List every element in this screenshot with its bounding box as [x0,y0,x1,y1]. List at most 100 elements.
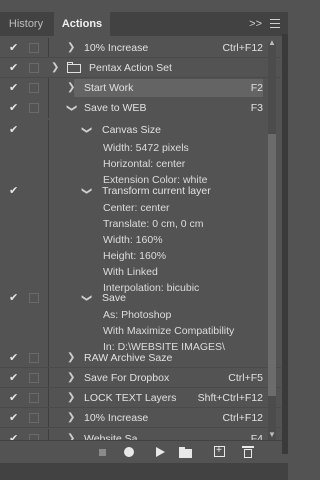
action-shortcut: F3 [250,102,263,114]
trash-icon[interactable] [240,444,256,460]
dialog-toggle[interactable] [29,43,39,53]
folder-icon [67,62,81,73]
panel-bottom-strip [0,463,288,480]
dialog-toggle[interactable] [29,293,39,303]
chevron-right-icon[interactable]: ❯ [67,368,75,388]
chevron-down-icon[interactable]: ❯ [61,104,81,112]
action-cell: ❯ Start Work F2 [48,78,281,98]
checkmark-icon[interactable]: ✔ [9,101,21,115]
step-label: Save [102,292,126,304]
step-detail: With Linked [103,266,158,278]
checkmark-icon[interactable]: ✔ [9,411,21,425]
step-detail: With Maximize Compatibility [103,325,235,337]
dialog-toggle[interactable] [29,413,39,423]
checkmark-icon[interactable]: ✔ [9,123,21,137]
step-detail: As: Photoshop [103,309,172,321]
dialog-toggle[interactable] [29,63,39,73]
step-cell: ❯ Save As: Photoshop With Maximize Compa… [48,288,281,356]
chevron-down-icon[interactable]: ❯ [51,58,59,78]
panel-menu-icon[interactable] [270,19,280,29]
chevron-down-icon[interactable]: ❯ [76,126,96,134]
checkmark-icon[interactable]: ✔ [9,81,21,95]
chevron-right-icon[interactable]: ❯ [67,78,75,98]
step-label: Canvas Size [102,124,161,136]
play-icon[interactable] [152,444,168,460]
panel-edge [282,34,288,454]
checkmark-icon[interactable]: ✔ [9,184,21,198]
action-row[interactable]: ✔ ❯ Start Work F2 [0,78,281,98]
stop-icon[interactable] [95,444,111,460]
tab-actions[interactable]: Actions [54,12,110,36]
checkmark-icon[interactable]: ✔ [9,61,21,75]
scrollbar-thumb[interactable] [268,134,276,396]
panel-tabbar: History Actions >> [0,12,288,36]
step-detail: Translate: 0 cm, 0 cm [103,218,204,230]
actions-toolbar: + [0,440,282,463]
step-cell: ❯ Canvas Size Width: 5472 pixels Horizon… [48,120,281,190]
action-row[interactable]: ✔ ❯ 10% Increase Ctrl+F12 [0,408,281,428]
action-cell: ❯ 10% Increase Ctrl+F12 [48,408,281,428]
dialog-toggle[interactable] [29,353,39,363]
chevron-right-icon[interactable]: ❯ [67,388,75,408]
action-label: LOCK TEXT Layers [84,392,177,404]
step-label: Transform current layer [102,185,211,197]
checkmark-icon[interactable]: ✔ [9,351,21,365]
step-detail: Height: 160% [103,250,167,262]
checkmark-icon[interactable]: ✔ [9,41,21,55]
action-label: Save to WEB [84,102,147,114]
action-row[interactable]: ✔ ❯ 10% Increase Ctrl+F12 [0,38,281,58]
scroll-down-icon[interactable]: ▼ [266,430,278,439]
step-detail: Width: 160% [103,234,163,246]
dialog-toggle[interactable] [29,373,39,383]
action-row[interactable]: ✔ ❯ RAW Archive Saze [0,348,281,368]
action-set-row[interactable]: ✔ ❯ Pentax Action Set [0,58,281,78]
chevron-right-icon[interactable]: ❯ [67,408,75,428]
action-row[interactable]: ✔ ❯ Save to WEB F3 [0,98,281,118]
dialog-toggle[interactable] [29,83,39,93]
action-label: Save For Dropbox [84,372,170,384]
action-label: Start Work [84,82,134,94]
step-block[interactable]: ✔ ❯ Transform current layer Center: cent… [0,181,281,297]
chevron-down-icon[interactable]: ❯ [76,294,96,302]
chevron-down-icon[interactable]: ❯ [76,187,96,195]
action-shortcut: F2 [250,82,263,94]
action-label: 10% Increase [84,42,149,54]
collapse-panel-icon[interactable]: >> [249,12,262,36]
tab-history[interactable]: History [0,12,52,36]
actions-list: ✔ ❯ 10% Increase Ctrl+F12 ✔ ❯ Pentax Act… [0,38,281,442]
action-cell: ❯ Save For Dropbox Ctrl+F5 [48,368,281,388]
chevron-right-icon[interactable]: ❯ [67,348,75,368]
actions-panel: History Actions >> ✔ ❯ 10% Increase Ctrl… [0,0,288,480]
step-block[interactable]: ✔ ❯ Save As: Photoshop With Maximize Com… [0,288,281,356]
action-shortcut: Ctrl+F12 [222,412,263,424]
new-action-icon[interactable]: + [212,444,228,460]
step-detail: Center: center [103,202,170,214]
step-detail: Horizontal: center [103,158,186,170]
action-shortcut: Ctrl+F12 [222,42,263,54]
action-shortcut: Ctrl+F5 [228,372,263,384]
action-row[interactable]: ✔ ❯ Save For Dropbox Ctrl+F5 [0,368,281,388]
step-detail: Width: 5472 pixels [103,142,189,154]
action-cell: ❯ 10% Increase Ctrl+F12 [48,38,281,58]
action-cell: ❯ LOCK TEXT Layers Shft+Ctrl+F12 [48,388,281,408]
step-cell: ❯ Transform current layer Center: center… [48,181,281,297]
record-icon[interactable] [121,444,137,460]
dialog-toggle[interactable] [29,393,39,403]
action-row[interactable]: ✔ ❯ LOCK TEXT Layers Shft+Ctrl+F12 [0,388,281,408]
action-cell: ❯ RAW Archive Saze [48,348,281,368]
checkmark-icon[interactable]: ✔ [9,391,21,405]
scroll-up-icon[interactable]: ▲ [266,38,278,47]
dialog-toggle[interactable] [29,103,39,113]
checkmark-icon[interactable]: ✔ [9,371,21,385]
step-block[interactable]: ✔ ❯ Canvas Size Width: 5472 pixels Horiz… [0,120,281,190]
vertical-scrollbar[interactable]: ▲ ▼ [266,38,278,440]
chevron-right-icon[interactable]: ❯ [67,38,75,58]
checkmark-icon[interactable]: ✔ [9,291,21,305]
action-cell: ❯ Save to WEB F3 [48,98,281,118]
action-shortcut: Shft+Ctrl+F12 [197,392,263,404]
action-label: RAW Archive Saze [84,352,173,364]
set-cell: ❯ Pentax Action Set [48,58,281,78]
folder-icon[interactable] [178,444,194,460]
action-label: 10% Increase [84,412,149,424]
set-label: Pentax Action Set [89,62,172,74]
